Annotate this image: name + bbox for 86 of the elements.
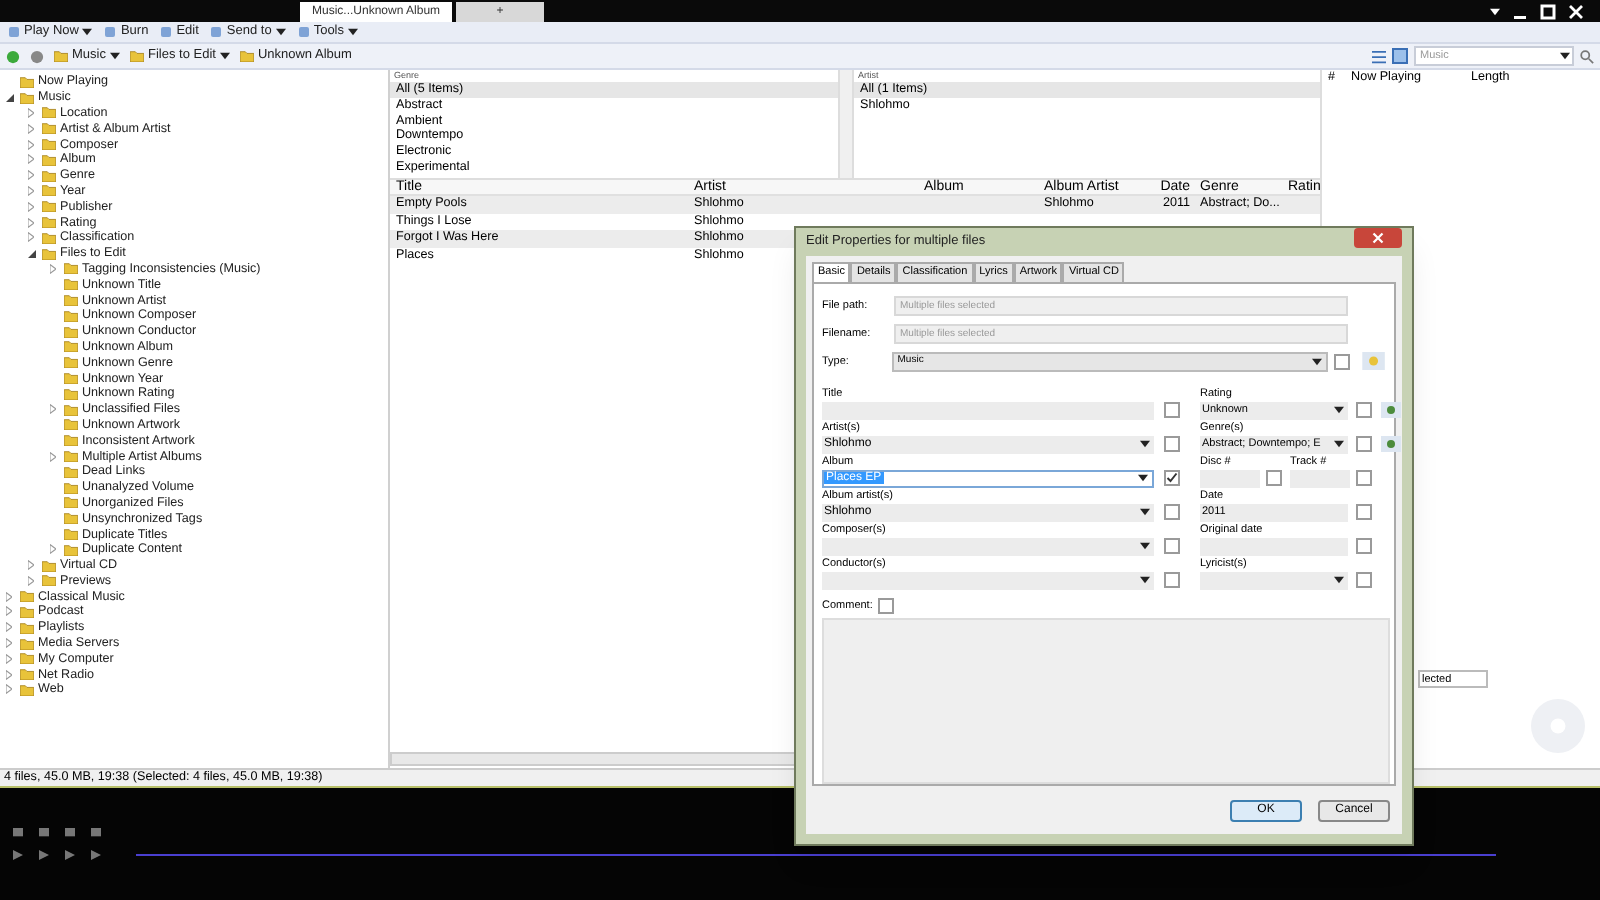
collapsed-arrow-icon[interactable] [6, 653, 12, 664]
player-control-icon[interactable] [12, 828, 24, 838]
checkbox[interactable] [1356, 402, 1372, 419]
checkbox[interactable] [1164, 402, 1180, 419]
collapsed-arrow-icon[interactable] [6, 684, 12, 695]
caret-icon [109, 52, 120, 60]
caret-icon [219, 52, 230, 60]
toolbar-icon [210, 26, 223, 38]
collapsed-arrow-icon[interactable] [28, 575, 34, 586]
lookup-icon[interactable] [1380, 402, 1402, 419]
caret-icon [1140, 576, 1150, 585]
tag-icon[interactable] [1362, 352, 1386, 371]
checkbox[interactable] [1356, 538, 1372, 555]
caret-icon [82, 28, 93, 36]
expanded-arrow-icon[interactable] [6, 93, 14, 102]
collapsed-arrow-icon[interactable] [6, 669, 12, 680]
comment-field[interactable] [822, 617, 1390, 784]
collapsed-arrow-icon[interactable] [28, 185, 34, 196]
search-icon[interactable] [1580, 49, 1594, 63]
caret-icon [1140, 508, 1150, 517]
checkbox[interactable] [1164, 470, 1180, 487]
player-control-icon[interactable] [64, 828, 76, 838]
collapsed-arrow-icon[interactable] [6, 591, 12, 602]
expanded-arrow-icon[interactable] [28, 249, 36, 258]
collapsed-arrow-icon[interactable] [28, 560, 34, 571]
checkbox[interactable] [1356, 504, 1372, 521]
collapsed-arrow-icon[interactable] [50, 451, 56, 462]
collapsed-arrow-icon[interactable] [28, 139, 34, 150]
player-control-icon[interactable] [38, 828, 50, 838]
caret-icon [275, 28, 286, 36]
checkbox[interactable] [1266, 470, 1282, 487]
collapsed-arrow-icon[interactable] [28, 107, 34, 118]
toolbar-icon [104, 26, 117, 38]
caret-icon [1140, 440, 1150, 449]
player-control-icon[interactable] [90, 828, 102, 838]
collapsed-arrow-icon[interactable] [28, 123, 34, 134]
close-icon [1372, 232, 1384, 244]
toolbar-icon [8, 26, 20, 38]
collapsed-arrow-icon[interactable] [6, 638, 12, 649]
folder-icon [239, 50, 254, 62]
toolbar-icon [297, 26, 310, 38]
back-icon[interactable] [6, 49, 20, 63]
playback-icon[interactable] [64, 850, 76, 860]
playback-icon[interactable] [12, 850, 24, 860]
checkbox[interactable] [878, 597, 895, 614]
lookup-icon[interactable] [1380, 436, 1402, 453]
check-icon [1166, 472, 1178, 485]
caret-icon [1334, 406, 1344, 415]
forward-icon[interactable] [30, 49, 44, 63]
close-icon[interactable] [1568, 3, 1584, 19]
checkbox[interactable] [1164, 436, 1180, 453]
list-view-icon[interactable] [1372, 49, 1386, 63]
caret-icon [1334, 440, 1344, 449]
collapsed-arrow-icon[interactable] [6, 606, 12, 617]
checkbox[interactable] [1334, 353, 1351, 370]
collapsed-arrow-icon[interactable] [28, 154, 34, 165]
caret-icon [348, 28, 359, 36]
collapsed-arrow-icon[interactable] [50, 263, 56, 274]
checkbox[interactable] [1164, 504, 1180, 521]
caret-icon [1140, 542, 1150, 551]
checkbox[interactable] [1356, 572, 1372, 589]
checkbox[interactable] [1356, 436, 1372, 453]
playback-icon[interactable] [90, 850, 102, 860]
column-view-icon[interactable] [1392, 48, 1408, 64]
scrollbar[interactable] [838, 70, 854, 178]
collapsed-arrow-icon[interactable] [28, 217, 34, 228]
folder-icon [129, 50, 144, 62]
maximize-icon[interactable] [1540, 3, 1556, 19]
collapsed-arrow-icon[interactable] [50, 544, 56, 555]
collapsed-arrow-icon[interactable] [50, 404, 56, 415]
caret-icon [1138, 474, 1148, 483]
playback-icon[interactable] [38, 850, 50, 860]
caret-icon [1312, 357, 1323, 366]
collapsed-arrow-icon[interactable] [6, 622, 12, 633]
checkbox[interactable] [1164, 572, 1180, 589]
toolbar-icon [160, 26, 173, 38]
caret-icon [1560, 52, 1570, 60]
caret-icon [1334, 576, 1344, 585]
collapsed-arrow-icon[interactable] [28, 170, 34, 181]
close-button[interactable] [1354, 228, 1402, 248]
checkbox[interactable] [1356, 470, 1372, 487]
folder-icon [54, 50, 68, 62]
collapsed-arrow-icon[interactable] [28, 232, 34, 243]
collapsed-arrow-icon[interactable] [28, 201, 34, 212]
checkbox[interactable] [1164, 538, 1180, 555]
caret-icon [1490, 7, 1500, 15]
